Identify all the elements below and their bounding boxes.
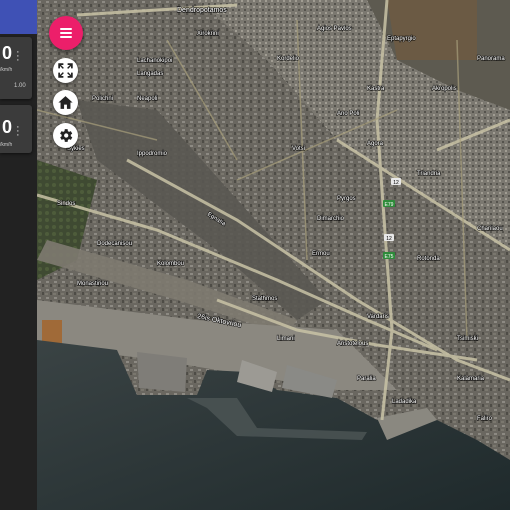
map-label: Akropolis bbox=[432, 86, 457, 92]
map-label: Ano Poli bbox=[337, 111, 359, 117]
home-icon bbox=[58, 96, 73, 109]
map-label: Aristotelous bbox=[337, 341, 368, 347]
map-label: Dodecanisou bbox=[97, 241, 132, 247]
map-label: Votsi bbox=[292, 146, 305, 152]
map-label: Faliro bbox=[477, 416, 493, 422]
map-label: Triandria bbox=[417, 171, 441, 177]
map-label: Vardaris bbox=[367, 314, 389, 320]
map-imagery: 12 E79 12 E75 Dendropotamos Stathmos 26i… bbox=[37, 0, 510, 510]
sensor-card[interactable]: 0 · · · /km/h bbox=[0, 105, 32, 153]
map-label: Stathmos bbox=[252, 296, 277, 302]
sensor-unit: /km/h bbox=[0, 142, 13, 148]
map-label: Kordelio bbox=[277, 56, 300, 62]
map-label: Charilaou bbox=[477, 226, 503, 232]
map-label: Limani bbox=[277, 336, 295, 342]
map-label: Pyrgos bbox=[337, 196, 356, 202]
home-button[interactable] bbox=[53, 90, 78, 115]
map-label: Paralia bbox=[357, 376, 376, 382]
map-label: Ermou bbox=[312, 251, 330, 257]
satellite-map[interactable]: 12 E79 12 E75 Dendropotamos Stathmos 26i… bbox=[37, 0, 510, 510]
map-label: Monastiriou bbox=[77, 281, 108, 287]
fullscreen-button[interactable] bbox=[53, 58, 78, 83]
map-label: Dendropotamos bbox=[177, 7, 227, 14]
sensor-value: 0 bbox=[2, 43, 13, 63]
map-label: Eptapyrgio bbox=[387, 36, 416, 42]
map-label: Dimarchio bbox=[317, 216, 345, 222]
map-label: Langadas bbox=[137, 71, 163, 77]
sensor-unit: /km/h bbox=[0, 67, 13, 73]
map-label: Polichni bbox=[92, 96, 113, 102]
map-label: Neapoli bbox=[137, 96, 157, 102]
settings-button[interactable] bbox=[53, 123, 78, 148]
road-badge-e79: E79 bbox=[385, 202, 394, 208]
road-badge-12: 12 bbox=[393, 180, 399, 186]
map-label: Xirokrini bbox=[197, 31, 219, 37]
map-label: Panorama bbox=[477, 56, 505, 62]
map-label: Kalamaria bbox=[457, 376, 485, 382]
sensor-card[interactable]: 0 · · · /km/h 1.00 bbox=[0, 37, 32, 99]
road-badge-12-b: 12 bbox=[386, 236, 392, 242]
map-label: Rotonda bbox=[417, 256, 440, 262]
menu-button[interactable] bbox=[49, 16, 83, 50]
sensor-scale: 1.00 bbox=[14, 83, 26, 89]
more-vert-icon[interactable]: · · · bbox=[16, 122, 20, 141]
map-label: Sindos bbox=[57, 201, 75, 207]
map-label: Tsimiski bbox=[457, 336, 478, 342]
map-label: Agios Pavlos bbox=[317, 26, 352, 32]
map-label: Lachanokipoi bbox=[137, 58, 172, 64]
menu-icon bbox=[60, 28, 72, 38]
sensor-value: 0 bbox=[2, 117, 13, 137]
more-vert-icon[interactable]: · · · bbox=[16, 47, 20, 66]
fullscreen-icon bbox=[58, 63, 73, 78]
map-label: Ippodromio bbox=[137, 151, 168, 157]
gear-icon bbox=[60, 129, 73, 142]
map-label: Kastra bbox=[367, 86, 385, 92]
map-label: Ladadika bbox=[392, 399, 417, 405]
map-label: Agora bbox=[367, 141, 384, 147]
map-label: Kolombou bbox=[157, 261, 184, 267]
road-badge-e75: E75 bbox=[385, 254, 394, 260]
